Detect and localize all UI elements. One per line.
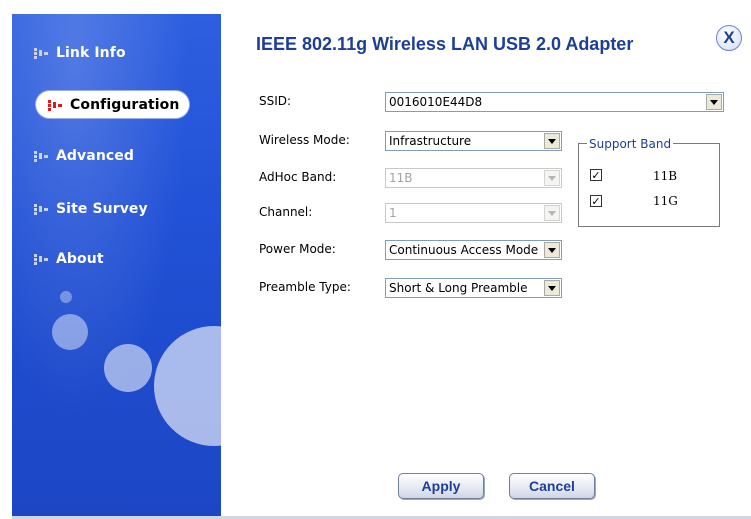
bullet-icon	[34, 46, 48, 60]
channel-label: Channel:	[259, 205, 313, 219]
cancel-button[interactable]: Cancel	[509, 473, 595, 499]
chevron-down-icon[interactable]	[544, 242, 560, 258]
decor-circle-medium	[52, 314, 88, 350]
power-mode-label: Power Mode:	[259, 242, 336, 256]
wireless-mode-select[interactable]: Infrastructure	[385, 131, 562, 151]
bullet-icon	[34, 252, 48, 266]
wireless-mode-value: Infrastructure	[389, 134, 472, 148]
support-band-title: Support Band	[587, 137, 674, 151]
checkmark-icon: ✓	[591, 168, 601, 182]
chevron-down-icon[interactable]	[544, 133, 560, 149]
bullet-icon	[34, 149, 48, 163]
page-title: IEEE 802.11g Wireless LAN USB 2.0 Adapte…	[256, 34, 634, 54]
sidebar-item-link-info[interactable]: Link Info	[34, 40, 126, 66]
chevron-down-icon[interactable]	[706, 94, 722, 110]
ssid-value: 0016010E44D8	[389, 95, 483, 109]
sidebar-item-label: Site Survey	[56, 201, 148, 217]
window-top-border	[0, 0, 751, 14]
apply-button[interactable]: Apply	[398, 473, 484, 499]
chevron-down-icon	[544, 170, 560, 186]
ssid-label: SSID:	[259, 94, 292, 108]
support-band-11b-label: 11B	[653, 169, 678, 183]
close-button[interactable]: X	[716, 25, 742, 51]
checkmark-icon: ✓	[591, 194, 601, 208]
preamble-type-value: Short & Long Preamble	[389, 281, 528, 295]
support-band-group	[578, 143, 720, 227]
sidebar-item-label: About	[56, 251, 104, 267]
window-left-border	[0, 0, 12, 519]
power-mode-select[interactable]: Continuous Access Mode	[385, 240, 562, 260]
support-band-11g-checkbox[interactable]: ✓	[590, 195, 602, 207]
bullet-icon	[48, 98, 62, 112]
sidebar-item-advanced[interactable]: Advanced	[34, 143, 134, 169]
power-mode-value: Continuous Access Mode	[389, 243, 539, 257]
chevron-down-icon	[544, 205, 560, 221]
support-band-11g-label: 11G	[653, 194, 678, 208]
preamble-type-label: Preamble Type:	[259, 280, 351, 294]
adhoc-band-label: AdHoc Band:	[259, 170, 337, 184]
sidebar-item-configuration[interactable]: Configuration	[36, 91, 190, 118]
ssid-combobox[interactable]: 0016010E44D8	[385, 92, 724, 112]
decor-circle-mid	[104, 344, 152, 392]
channel-value: 1	[389, 206, 397, 220]
channel-select: 1	[385, 203, 562, 223]
adhoc-band-select: 11B	[385, 168, 562, 188]
bullet-icon	[34, 202, 48, 216]
sidebar-item-label: Configuration	[70, 96, 180, 113]
sidebar-item-site-survey[interactable]: Site Survey	[34, 196, 148, 222]
decor-circle-large	[154, 326, 221, 446]
decor-circle-small	[60, 291, 72, 303]
support-band-11b-checkbox[interactable]: ✓	[590, 169, 602, 181]
chevron-down-icon[interactable]	[544, 280, 560, 296]
sidebar-item-about[interactable]: About	[34, 246, 104, 272]
preamble-type-select[interactable]: Short & Long Preamble	[385, 278, 562, 298]
sidebar-item-label: Link Info	[56, 45, 126, 61]
close-icon: X	[723, 28, 735, 47]
adhoc-band-value: 11B	[389, 171, 413, 185]
wireless-mode-label: Wireless Mode:	[259, 133, 350, 147]
sidebar-item-label: Advanced	[56, 148, 135, 164]
